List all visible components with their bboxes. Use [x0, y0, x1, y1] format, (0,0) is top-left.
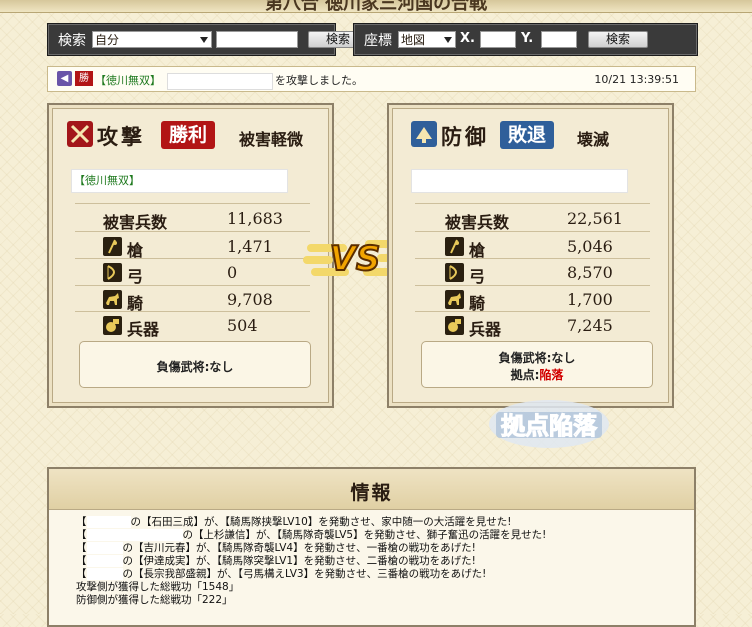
cavalry-value: 1,700: [567, 290, 613, 309]
base-fallen-text: 拠点陥落: [501, 411, 598, 440]
spear-icon: [445, 237, 464, 256]
casualties-value: 22,561: [567, 209, 623, 228]
y-coord-input[interactable]: [541, 31, 577, 48]
log-message-text: を攻撃しました。: [275, 74, 363, 87]
search-select-value: 自分: [95, 33, 120, 47]
log-timestamp: 10/21 13:39:51: [594, 73, 679, 86]
defender-wounded: 負傷武将:なし: [498, 351, 576, 365]
info-panel: 情報 【の【石田三成】が、【騎馬隊挟撃LV10】を発動させ、家中随一の大活躍を見…: [47, 467, 696, 627]
attack-icon: [67, 121, 93, 147]
siege-value: 504: [227, 316, 258, 335]
search-input[interactable]: [216, 31, 298, 48]
divider: [75, 231, 310, 232]
divider: [75, 311, 310, 312]
alliance-link[interactable]: 【徳川無双】: [95, 74, 161, 87]
search-box: 検索 自分 検索: [47, 23, 368, 56]
defender-commander: [411, 169, 628, 193]
battle-icon: ◀: [57, 71, 72, 86]
defeat-badge: 敗退: [500, 121, 554, 149]
battle-log-entry: ◀ 勝 【徳川無双】 を攻撃しました。 10/21 13:39:51: [47, 66, 696, 92]
divider: [75, 203, 310, 204]
vs-text: VS: [330, 239, 381, 279]
weapon-icon: [445, 316, 464, 335]
horse-icon: [445, 290, 464, 309]
page-title-bar: 第八合 徳川家三河国の合戦: [0, 0, 752, 13]
horse-icon: [103, 290, 122, 309]
casualties-label: 被害兵数: [103, 213, 168, 232]
search-select[interactable]: 自分: [92, 31, 212, 48]
chevron-down-icon: [444, 37, 452, 43]
defense-icon: [411, 121, 437, 147]
coord-box: 座標 地図 X. Y. 検索: [353, 23, 698, 56]
base-fallen-stamp: 拠点陥落: [489, 400, 609, 448]
x-coord-input[interactable]: [480, 31, 516, 48]
bow-value: 0: [227, 263, 238, 282]
info-title: 情報: [350, 482, 393, 504]
alliance-link[interactable]: 【徳川無双】: [72, 174, 140, 187]
siege-label: 兵器: [469, 320, 502, 339]
coord-search-button[interactable]: 検索: [588, 31, 648, 48]
attacker-commander: 【徳川無双】: [71, 169, 288, 193]
base-status: 拠点:陥落: [422, 366, 652, 383]
divider: [415, 285, 650, 286]
base-label: 拠点:: [510, 368, 540, 382]
defense-label: 防御: [441, 124, 489, 149]
cavalry-value: 9,708: [227, 290, 273, 309]
log-message: 【徳川無双】 を攻撃しました。: [95, 72, 363, 90]
bow-icon: [103, 263, 122, 282]
y-label: Y.: [521, 31, 534, 46]
attacker-panel: 攻撃 勝利 被害軽微 【徳川無双】 被害兵数 11,683 槍 1,471 弓 …: [47, 103, 334, 408]
defender-wounded-box: 負傷武将:なし 拠点:陥落: [421, 341, 653, 388]
page-title: 第八合 徳川家三河国の合戦: [264, 0, 488, 13]
casualties-value: 11,683: [227, 209, 283, 228]
bow-label: 弓: [469, 267, 486, 286]
redacted-name: [167, 72, 273, 90]
siege-label: 兵器: [127, 320, 160, 339]
x-label: X.: [460, 31, 475, 46]
siege-value: 7,245: [567, 316, 613, 335]
attack-label: 攻撃: [97, 124, 145, 149]
attacker-wounded-box: 負傷武将:なし: [79, 341, 311, 388]
coord-select[interactable]: 地図: [398, 31, 456, 48]
divider: [75, 258, 310, 259]
divider: [415, 258, 650, 259]
divider: [415, 231, 650, 232]
divider: [75, 285, 310, 286]
defender-result: 壊滅: [577, 130, 610, 149]
win-badge: 勝: [75, 71, 93, 86]
coord-label: 座標: [364, 33, 392, 49]
casualties-label: 被害兵数: [445, 213, 510, 232]
divider: [415, 311, 650, 312]
chevron-down-icon: [200, 37, 208, 43]
weapon-icon: [103, 316, 122, 335]
attacker-wounded: 負傷武将:なし: [156, 360, 234, 374]
info-header: 情報: [49, 469, 694, 510]
bow-label: 弓: [127, 267, 144, 286]
coord-select-value: 地図: [401, 33, 426, 47]
spear-icon: [103, 237, 122, 256]
spear-value: 5,046: [567, 237, 613, 256]
defender-panel: 防御 敗退 壊滅 被害兵数 22,561 槍 5,046 弓 8,570 騎 1…: [387, 103, 674, 408]
bow-value: 8,570: [567, 263, 613, 282]
search-label: 検索: [58, 33, 86, 49]
victory-badge: 勝利: [161, 121, 215, 149]
attacker-result: 被害軽微: [239, 130, 304, 149]
base-fallen-value: 陥落: [539, 368, 564, 382]
divider: [415, 203, 650, 204]
bow-icon: [445, 263, 464, 282]
spear-value: 1,471: [227, 237, 273, 256]
defense-merit: 防御側が獲得した総戦功「222」: [76, 594, 233, 606]
